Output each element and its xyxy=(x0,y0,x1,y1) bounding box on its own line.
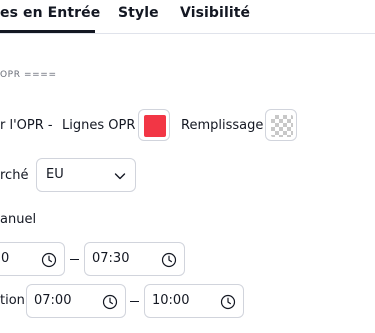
duration-end-time-value: 10:00 xyxy=(152,293,190,308)
market-label: rché xyxy=(0,168,29,183)
tab-visibility[interactable]: Visibilité xyxy=(180,5,250,21)
opr-lines-label: Lignes OPR xyxy=(62,118,136,133)
session-end-time-value: 07:30 xyxy=(92,251,130,266)
section-header: OPR ==== xyxy=(0,70,57,80)
session-start-time-value: 0 xyxy=(1,251,10,266)
clock-icon[interactable] xyxy=(220,294,236,310)
clock-icon[interactable] xyxy=(102,294,118,310)
fill-transparent-swatch xyxy=(271,115,293,137)
tab-bar: es en Entrée Style Visibilité xyxy=(0,0,375,34)
duration-start-time-value: 07:00 xyxy=(34,293,72,308)
market-select-value: EU xyxy=(46,167,64,182)
tab-inputs[interactable]: es en Entrée xyxy=(0,5,100,21)
fill-color-button[interactable] xyxy=(265,109,297,141)
duration-start-time-input[interactable]: 07:00 xyxy=(26,284,126,318)
clock-icon[interactable] xyxy=(161,252,177,268)
clock-icon[interactable] xyxy=(41,252,57,268)
opr-lines-color-swatch xyxy=(144,115,166,137)
range-dash xyxy=(130,301,139,302)
opr-lines-color-button[interactable] xyxy=(138,109,170,141)
tab-style[interactable]: Style xyxy=(118,5,159,21)
session-end-time-input[interactable]: 07:30 xyxy=(84,242,185,276)
duration-end-time-input[interactable]: 10:00 xyxy=(144,284,244,318)
show-opr-label: r l'OPR - xyxy=(0,118,53,133)
range-dash xyxy=(70,259,79,260)
active-tab-indicator xyxy=(0,30,95,33)
duration-label: tion xyxy=(0,293,25,308)
chevron-down-icon xyxy=(114,173,126,180)
session-start-time-input[interactable]: 0 xyxy=(0,242,65,276)
manual-label: anuel xyxy=(0,212,37,227)
fill-label: Remplissage xyxy=(181,118,264,133)
market-select[interactable]: EU xyxy=(36,158,136,192)
